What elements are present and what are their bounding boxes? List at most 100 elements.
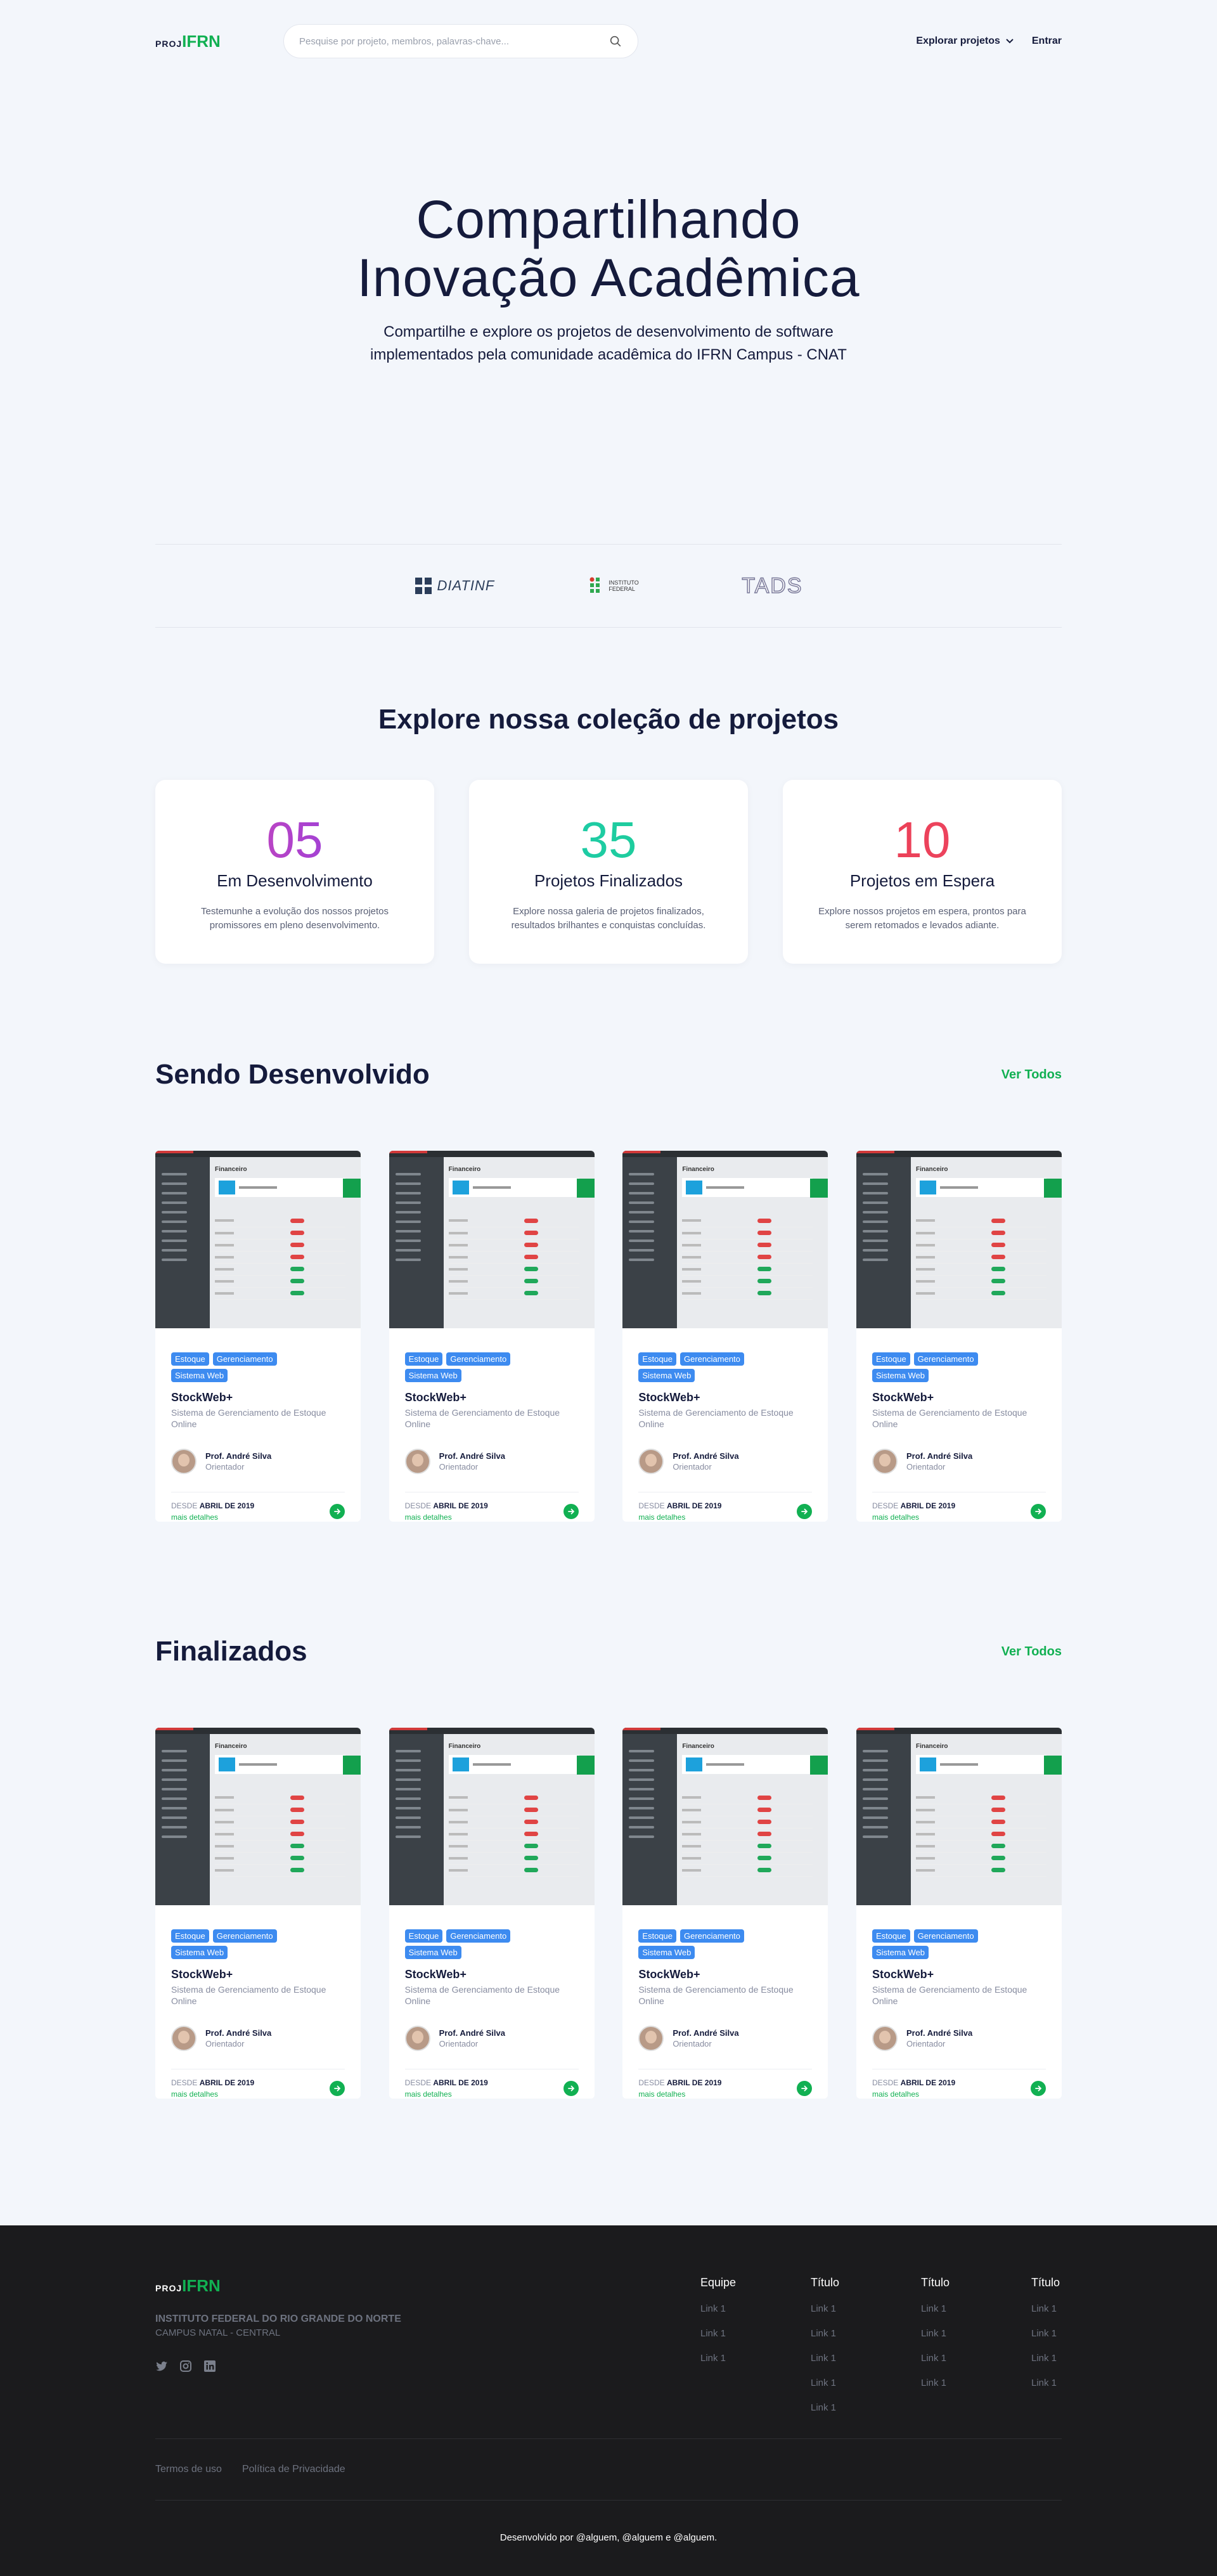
tag-badge[interactable]: Estoque (638, 1929, 677, 1943)
footer-link[interactable]: Link 1 (1031, 2353, 1062, 2364)
site-logo[interactable]: PROJ IFRN (155, 32, 221, 51)
more-details-link[interactable]: mais detalhes (171, 1513, 254, 1522)
arrow-right-icon[interactable] (1030, 2081, 1046, 2096)
tag-badge[interactable]: Estoque (404, 1929, 443, 1943)
project-screenshot: Financeiro (856, 1728, 1062, 1905)
footer-link[interactable]: Link 1 (700, 2303, 811, 2314)
tag-badge[interactable]: Estoque (872, 1352, 910, 1366)
since-date: DESDE ABRIL DE 2019 (171, 1501, 254, 1510)
tag-badge[interactable]: Estoque (638, 1352, 677, 1366)
twitter-icon[interactable] (155, 2360, 168, 2372)
project-card[interactable]: Financeiro Estoque Gerenciamento Sistema W… (856, 1728, 1062, 2099)
privacy-link[interactable]: Política de Privacidade (242, 2464, 345, 2475)
more-details-link[interactable]: mais detalhes (405, 1513, 488, 1522)
project-card[interactable]: Financeiro Estoque Gerenciamento Sistema W… (389, 1728, 595, 2099)
instagram-icon[interactable] (179, 2360, 192, 2372)
tag-badge[interactable]: Gerenciamento (446, 1929, 511, 1943)
arrow-right-icon[interactable] (797, 2081, 813, 2096)
more-details-link[interactable]: mais detalhes (872, 1513, 955, 1522)
footer-link[interactable]: Link 1 (811, 2353, 921, 2364)
tag-badge[interactable]: Sistema Web (872, 1369, 929, 1382)
footer-link[interactable]: Link 1 (1031, 2378, 1062, 2388)
hero-title-line2: Inovação Acadêmica (357, 248, 860, 307)
tag-badge[interactable]: Sistema Web (171, 1369, 228, 1382)
tag-badge[interactable]: Sistema Web (872, 1946, 929, 1959)
tag-badge[interactable]: Estoque (171, 1352, 209, 1366)
footer-link[interactable]: Link 1 (921, 2353, 1031, 2364)
project-title[interactable]: StockWeb+ (638, 1391, 812, 1404)
tag-badge[interactable]: Estoque (872, 1929, 910, 1943)
project-card[interactable]: Financeiro Estoque Gerenciamento Sistema W… (622, 1728, 828, 2099)
footer-link[interactable]: Link 1 (921, 2378, 1031, 2388)
stat-desc: Explore nossa galeria de projetos finali… (511, 906, 706, 931)
footer-link[interactable]: Link 1 (811, 2303, 921, 2314)
tag-list: Estoque Gerenciamento Sistema Web (404, 1929, 532, 1959)
hero-subtitle: Compartilhe e explore os projetos de des… (155, 321, 1062, 366)
more-details-link[interactable]: mais detalhes (638, 2090, 721, 2099)
tag-badge[interactable]: Sistema Web (171, 1946, 228, 1959)
project-screenshot: Financeiro (856, 1151, 1062, 1328)
since-value: ABRIL DE 2019 (667, 2078, 722, 2087)
tag-badge[interactable]: Gerenciamento (680, 1352, 744, 1366)
tag-badge[interactable]: Sistema Web (638, 1369, 695, 1382)
tag-badge[interactable]: Sistema Web (404, 1946, 461, 1959)
footer-link[interactable]: Link 1 (1031, 2303, 1062, 2314)
terms-link[interactable]: Termos de uso (155, 2464, 222, 2475)
linkedin-icon[interactable] (203, 2360, 216, 2372)
tag-badge[interactable]: Gerenciamento (680, 1929, 744, 1943)
project-card[interactable]: Financeiro Estoque Gerenciamento Sistema W… (389, 1151, 595, 1522)
more-details-link[interactable]: mais detalhes (872, 2090, 955, 2099)
search-icon[interactable] (608, 34, 622, 48)
avatar (638, 2026, 664, 2051)
project-title[interactable]: StockWeb+ (405, 1968, 579, 1981)
project-title[interactable]: StockWeb+ (171, 1968, 345, 1981)
tag-badge[interactable]: Sistema Web (638, 1946, 695, 1959)
tag-badge[interactable]: Gerenciamento (913, 1352, 978, 1366)
login-link[interactable]: Entrar (1032, 36, 1062, 47)
arrow-right-icon[interactable] (797, 1504, 813, 1519)
project-card[interactable]: Financeiro Estoque Gerenciamento Sistema W… (155, 1728, 361, 2099)
search-input[interactable] (299, 36, 608, 47)
tag-badge[interactable]: Sistema Web (404, 1369, 461, 1382)
project-title[interactable]: StockWeb+ (872, 1968, 1046, 1981)
footer-link[interactable]: Link 1 (1031, 2328, 1062, 2339)
footer-link[interactable]: Link 1 (811, 2378, 921, 2388)
tag-list: Estoque Gerenciamento Sistema Web (872, 1929, 999, 1959)
more-details-link[interactable]: mais detalhes (405, 2090, 488, 2099)
view-all-link[interactable]: Ver Todos (1001, 1068, 1062, 1082)
tag-badge[interactable]: Estoque (404, 1352, 443, 1366)
tag-badge[interactable]: Gerenciamento (446, 1352, 511, 1366)
project-title[interactable]: StockWeb+ (638, 1968, 812, 1981)
arrow-right-icon[interactable] (563, 2081, 579, 2096)
explore-projects-dropdown[interactable]: Explorar projetos (916, 36, 1014, 47)
since-prefix: DESDE (404, 1501, 431, 1510)
tag-badge[interactable]: Estoque (171, 1929, 209, 1943)
project-card[interactable]: Financeiro Estoque Gerenciamento Sistema W… (622, 1151, 828, 1522)
footer-link[interactable]: Link 1 (700, 2328, 811, 2339)
view-all-link[interactable]: Ver Todos (1001, 1645, 1062, 1659)
project-advisor: Prof. André Silva Orientador (171, 2026, 345, 2051)
tag-badge[interactable]: Gerenciamento (212, 1929, 277, 1943)
arrow-right-icon[interactable] (1030, 1504, 1046, 1519)
since-prefix: DESDE (872, 2078, 899, 2087)
footer-link[interactable]: Link 1 (811, 2402, 921, 2413)
tag-badge[interactable]: Gerenciamento (913, 1929, 978, 1943)
footer-link[interactable]: Link 1 (921, 2303, 1031, 2314)
more-details-link[interactable]: mais detalhes (638, 1513, 721, 1522)
arrow-right-icon[interactable] (563, 1504, 579, 1519)
project-title[interactable]: StockWeb+ (405, 1391, 579, 1404)
footer-link[interactable]: Link 1 (921, 2328, 1031, 2339)
arrow-right-icon[interactable] (330, 2081, 345, 2096)
project-card[interactable]: Financeiro Estoque Gerenciamento Sistema W… (155, 1151, 361, 1522)
project-title[interactable]: StockWeb+ (171, 1391, 345, 1404)
campus-name: CAMPUS NATAL - CENTRAL (155, 2327, 281, 2338)
footer-link[interactable]: Link 1 (700, 2353, 811, 2364)
arrow-right-icon[interactable] (330, 1504, 345, 1519)
footer-logo[interactable]: PROJ IFRN (155, 2276, 401, 2296)
tag-badge[interactable]: Gerenciamento (212, 1352, 277, 1366)
project-card[interactable]: Financeiro Estoque Gerenciamento Sistema W… (856, 1151, 1062, 1522)
footer-link[interactable]: Link 1 (811, 2328, 921, 2339)
more-details-link[interactable]: mais detalhes (171, 2090, 254, 2099)
since-date: DESDE ABRIL DE 2019 (872, 1501, 955, 1510)
project-title[interactable]: StockWeb+ (872, 1391, 1046, 1404)
